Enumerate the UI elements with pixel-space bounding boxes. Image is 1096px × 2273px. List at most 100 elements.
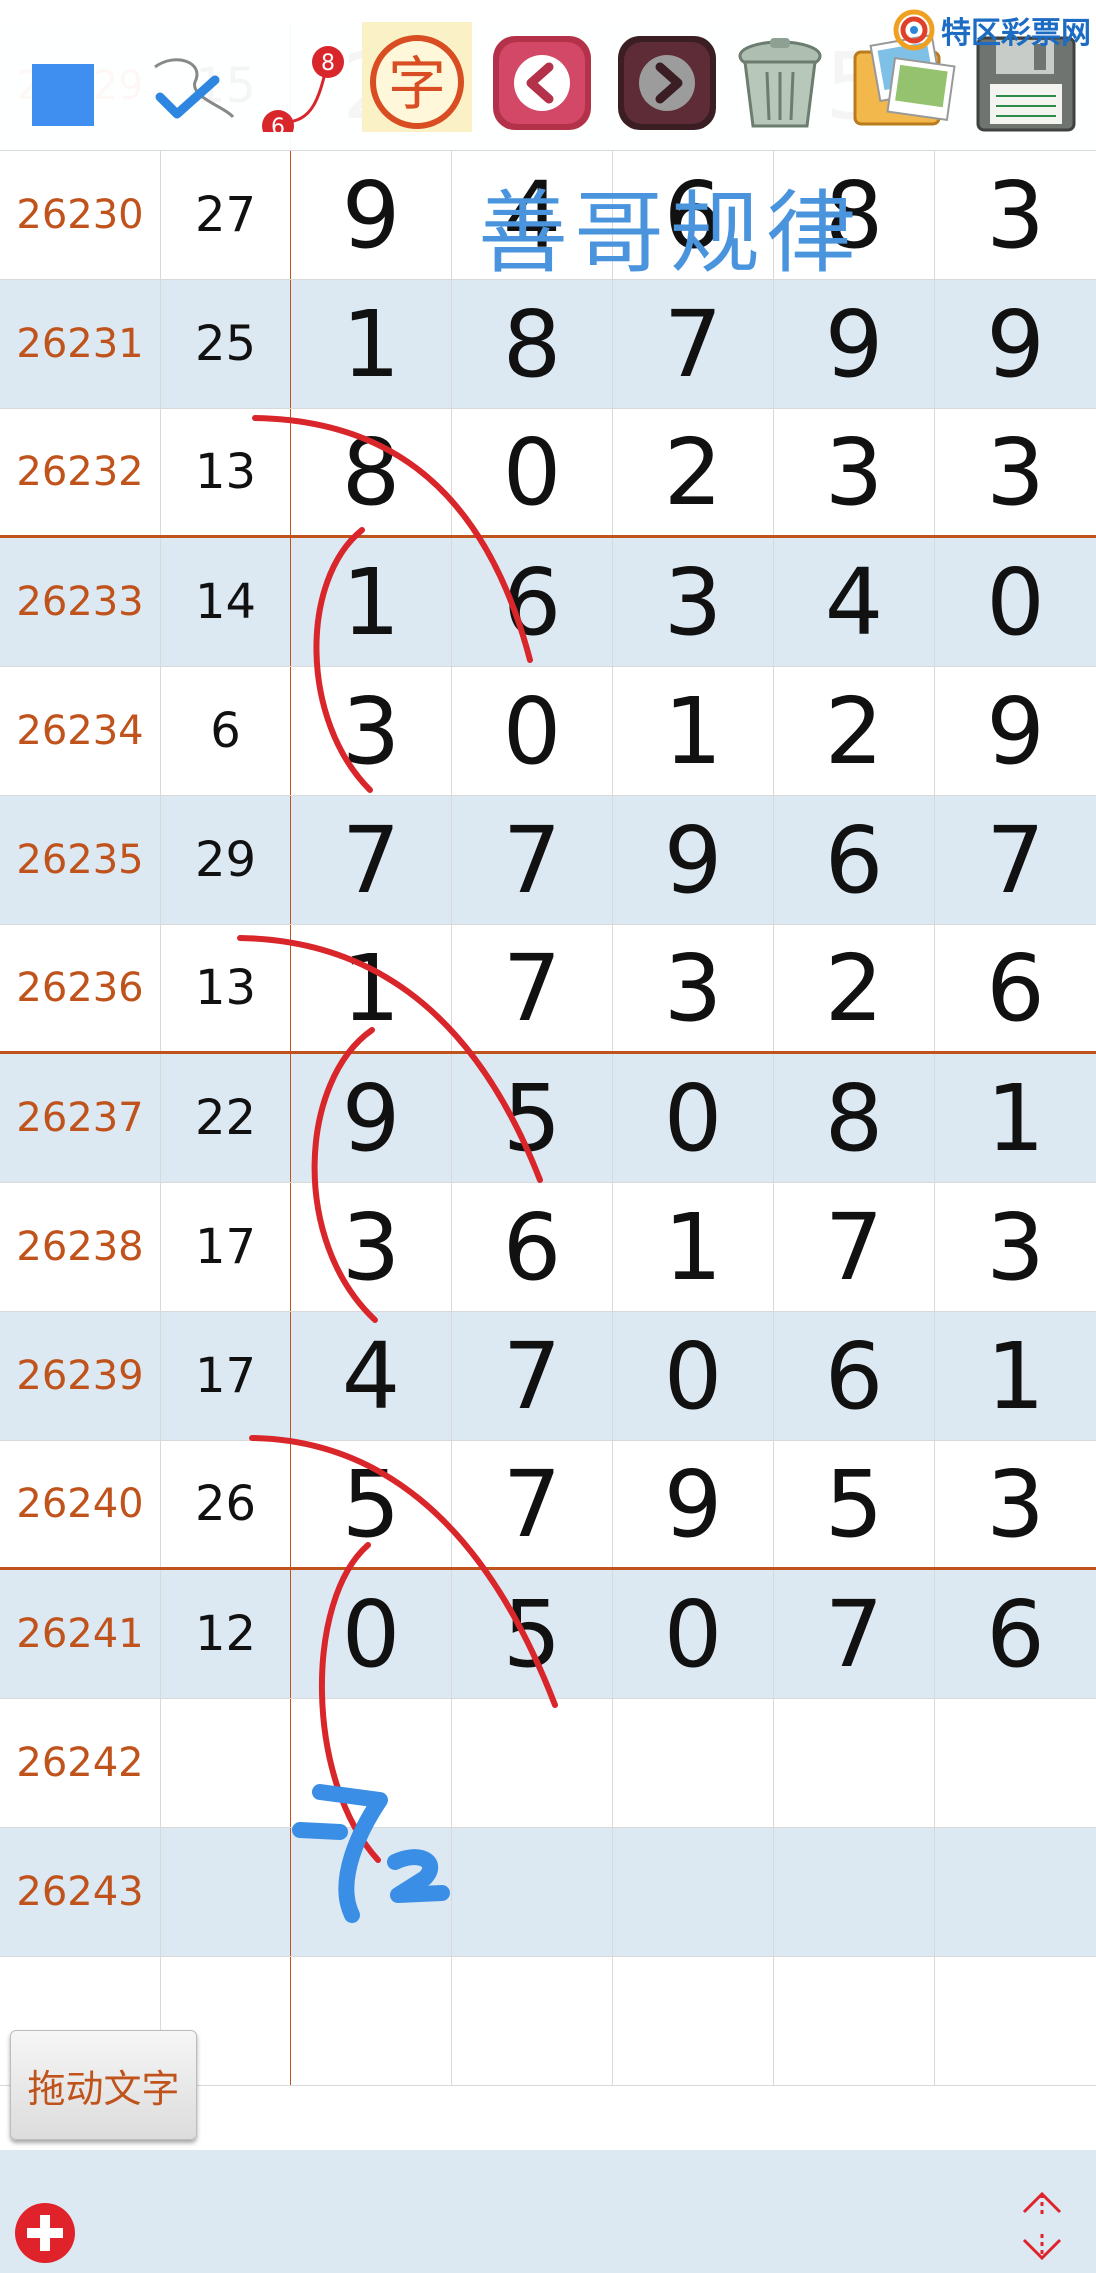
digit-cell-3[interactable]: 7 [613,280,774,408]
digit-cell-4[interactable]: 4 [774,538,935,666]
digit-cell-5[interactable]: 0 [935,538,1096,666]
back-button[interactable] [487,22,597,132]
digit-cell-1[interactable]: 3 [291,667,452,795]
issue-number-cell: 26232 [0,409,161,535]
digit-cell-1[interactable]: 9 [291,1054,452,1182]
digit-cell-3[interactable] [613,1699,774,1827]
digit-cell-4[interactable]: 6 [774,796,935,924]
add-button[interactable] [12,2200,78,2266]
digit-cell-1[interactable]: 3 [291,1183,452,1311]
pen-check-icon [154,58,235,119]
digit-cell-4[interactable]: 2 [774,667,935,795]
digit-cell-5[interactable]: 3 [935,1183,1096,1311]
digit-cell-3[interactable]: 0 [613,1054,774,1182]
forward-button[interactable] [612,22,722,132]
digit-cell-1[interactable] [291,1957,452,2085]
digit-cell-4[interactable]: 8 [774,1054,935,1182]
digit-cell-2[interactable]: 6 [452,538,613,666]
pen-check-button[interactable] [135,22,245,132]
trash-button[interactable] [725,22,835,132]
digit-cell-2[interactable]: 6 [452,1183,613,1311]
drag-text-button[interactable]: 拖动文字 [10,2030,197,2140]
digit-cell-3[interactable]: 0 [613,1312,774,1440]
digit-cell-5[interactable]: 9 [935,667,1096,795]
curve-tool-button[interactable]: 6 8 [250,22,360,142]
sum-cell: 29 [161,796,291,924]
digit-cell-3[interactable] [613,1828,774,1956]
digit-cell-1[interactable]: 8 [291,409,452,535]
digit-cell-5[interactable]: 3 [935,1441,1096,1567]
digit-cell-5[interactable] [935,1699,1096,1827]
digit-cell-5[interactable] [935,1957,1096,2085]
digit-cell-1[interactable]: 1 [291,925,452,1051]
digit-cell-4[interactable] [774,1699,935,1827]
digit-cell-2[interactable] [452,1957,613,2085]
digit-cell-5[interactable]: 6 [935,925,1096,1051]
color-square-button[interactable] [10,22,120,132]
digit-cell-5[interactable]: 9 [935,280,1096,408]
digit-cell-2[interactable]: 0 [452,409,613,535]
digit-cell-5[interactable]: 1 [935,1312,1096,1440]
scroll-toggle-button[interactable] [1012,2186,1072,2266]
digit-cell-5[interactable]: 7 [935,796,1096,924]
curve-6-8-icon: 6 8 [262,46,344,142]
digit-cell-1[interactable]: 1 [291,538,452,666]
digit-cell-2[interactable]: 7 [452,796,613,924]
digit-cell-1[interactable]: 5 [291,1441,452,1567]
digit-cell-1[interactable]: 9 [291,151,452,279]
trash-can-icon [738,38,822,128]
digit-cell-4[interactable]: 7 [774,1183,935,1311]
digit-cell-2[interactable]: 0 [452,667,613,795]
digit-cell-4[interactable]: 5 [774,1441,935,1567]
digit-cell-3[interactable]: 1 [613,1183,774,1311]
digit-cell-4[interactable]: 2 [774,925,935,1051]
digit-cell-5[interactable]: 3 [935,151,1096,279]
digit-cell-2[interactable] [452,1828,613,1956]
digit-cell-4[interactable]: 9 [774,280,935,408]
issue-number-cell: 26240 [0,1441,161,1567]
digit-cell-3[interactable]: 9 [613,1441,774,1567]
digit-cell-3[interactable]: 1 [613,667,774,795]
sum-cell: 17 [161,1312,291,1440]
digit-cell-1[interactable] [291,1699,452,1827]
digit-cell-3[interactable]: 3 [613,538,774,666]
table-row: 26236 13 1 7 3 2 6 [0,925,1096,1054]
issue-number-cell: 26234 [0,667,161,795]
digit-cell-3[interactable]: 3 [613,925,774,1051]
digit-cell-3[interactable]: 9 [613,796,774,924]
sum-cell: 27 [161,151,291,279]
sum-cell: 13 [161,925,291,1051]
plus-circle-icon [15,2203,75,2263]
digit-cell-2[interactable]: 8 [452,280,613,408]
digit-cell-3[interactable] [613,1957,774,2085]
digit-cell-1[interactable]: 7 [291,796,452,924]
page-title: 善哥规律 [478,181,862,286]
digit-cell-3[interactable]: 0 [613,1570,774,1698]
digit-cell-4[interactable]: 3 [774,409,935,535]
digit-cell-4[interactable] [774,1828,935,1956]
digit-cell-5[interactable]: 3 [935,409,1096,535]
sum-cell [161,1828,291,1956]
digit-cell-5[interactable]: 1 [935,1054,1096,1182]
digit-cell-1[interactable] [291,1828,452,1956]
digit-cell-2[interactable]: 5 [452,1570,613,1698]
digit-cell-1[interactable]: 1 [291,280,452,408]
digit-cell-2[interactable]: 7 [452,1312,613,1440]
text-tool-button[interactable]: 字 [362,22,472,132]
digit-cell-1[interactable]: 0 [291,1570,452,1698]
digit-cell-2[interactable] [452,1699,613,1827]
issue-number-cell: 26233 [0,538,161,666]
digit-cell-3[interactable]: 2 [613,409,774,535]
digit-cell-5[interactable]: 6 [935,1570,1096,1698]
bottom-bar [0,2150,1096,2273]
rainbow-swirl-icon [893,9,935,51]
digit-cell-4[interactable] [774,1957,935,2085]
digit-cell-1[interactable]: 4 [291,1312,452,1440]
digit-cell-2[interactable]: 5 [452,1054,613,1182]
digit-cell-4[interactable]: 6 [774,1312,935,1440]
sum-cell [161,1699,291,1827]
digit-cell-5[interactable] [935,1828,1096,1956]
digit-cell-2[interactable]: 7 [452,925,613,1051]
digit-cell-4[interactable]: 7 [774,1570,935,1698]
digit-cell-2[interactable]: 7 [452,1441,613,1567]
